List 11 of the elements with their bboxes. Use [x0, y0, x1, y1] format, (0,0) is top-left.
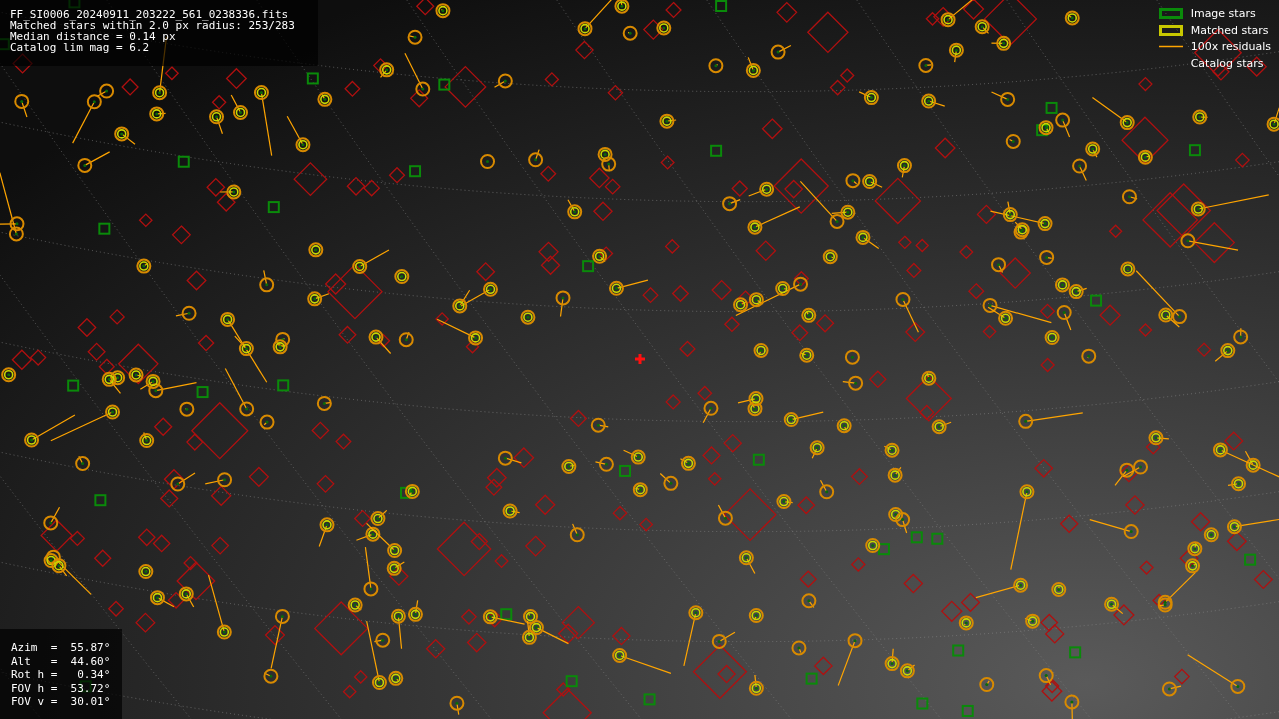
info-text: FF_SI0006_20240911_203222_561_0238336.fits [10, 9, 290, 20]
pointing-text: FOV v = 30.01° [11, 695, 112, 709]
pointing-text: Alt = 44.60° [11, 654, 112, 668]
pointing-text: FOV h = 53.72° [11, 681, 112, 695]
info-text: Matched stars within 2.0 px radius: 253/283 [10, 20, 296, 31]
pointing-text: Rot h = 0.34° [11, 668, 112, 682]
legend-label: Matched stars [1190, 23, 1269, 37]
info-text: Catalog lim mag = 6.2 [10, 42, 151, 53]
info-text: Median distance = 0.14 px [10, 31, 176, 42]
pointing-text: Azim = 55.87° [11, 641, 112, 655]
legend-label: Image stars [1190, 7, 1256, 21]
